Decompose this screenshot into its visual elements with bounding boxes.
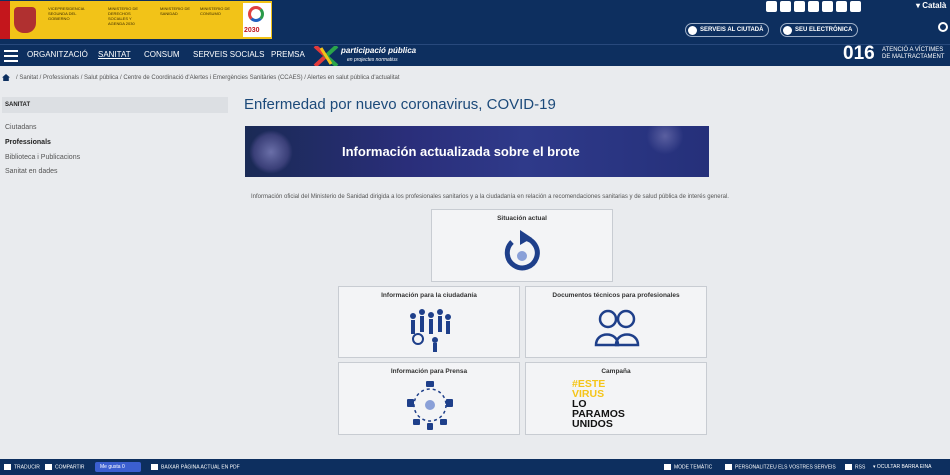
- nav-premsa[interactable]: PREMSA: [271, 50, 305, 59]
- sidebar-item-biblioteca[interactable]: Biblioteca i Publicacions: [5, 154, 80, 161]
- campaign-line-5: UNIDOS: [572, 418, 613, 430]
- gov-line-2: MINISTERIO DE DERECHOS SOCIALES Y AGENDA…: [108, 6, 139, 26]
- people-group-icon: [410, 309, 451, 352]
- instagram-icon[interactable]: [822, 1, 833, 12]
- card-campana-title: Campaña: [601, 368, 631, 375]
- electronic-office-button[interactable]: SEU ELECTRÒNICA: [780, 23, 859, 37]
- participation-logo[interactable]: participació pública en projectes normat…: [313, 45, 443, 67]
- flag-stripe: [0, 1, 10, 39]
- seal-icon: [783, 25, 792, 35]
- refresh-icon: [504, 230, 540, 271]
- like-label: Me gusta 0: [100, 464, 125, 470]
- pdf-icon: [151, 464, 158, 470]
- menu-icon[interactable]: [4, 50, 18, 62]
- card-campana[interactable]: Campaña #ESTE VIRUS LO PARAMOS UNIDOS: [525, 362, 707, 435]
- theme-mode-button[interactable]: MODE TEMÀTIC: [664, 464, 712, 470]
- breadcrumb: / Sanitat / Professionals / Salut públic…: [0, 72, 950, 86]
- virus-graphic: [249, 130, 293, 174]
- share-button[interactable]: COMPARTIR: [45, 464, 85, 470]
- agenda-ring-icon: [248, 6, 264, 22]
- helpline-text-1: ATENCIÓ A VÍCTIMES: [882, 47, 944, 53]
- sidebar-item-sanitat-en-dades[interactable]: Sanitat en dades: [5, 168, 58, 175]
- language-selector[interactable]: ▾ Català: [916, 1, 946, 10]
- intro-text: Información oficial del Ministerio de Sa…: [251, 194, 729, 200]
- share-label: COMPARTIR: [55, 464, 85, 471]
- monitor-icon[interactable]: [850, 1, 861, 12]
- press-network-icon: [407, 381, 453, 430]
- flickr-icon[interactable]: [766, 1, 777, 12]
- nav-serveis-socials[interactable]: SERVEIS SOCIALS: [193, 50, 264, 59]
- personalize-icon: [725, 464, 732, 470]
- campaign-logo: #ESTE VIRUS LO PARAMOS UNIDOS: [572, 379, 625, 430]
- citizen-services-button[interactable]: SERVEIS AL CIUTADÀ: [685, 23, 770, 37]
- nav-organitzacio[interactable]: ORGANITZACIÓ: [27, 50, 88, 59]
- card-ciudadania[interactable]: Información para la ciudadanía: [338, 286, 520, 358]
- search-icon[interactable]: [938, 22, 948, 32]
- helpline-number[interactable]: 016: [843, 43, 875, 65]
- government-logo[interactable]: VICEPRESIDENCIA SEGUNDA DEL GOBIERNO MIN…: [0, 1, 272, 39]
- electronic-office-label: SEU ELECTRÒNICA: [795, 27, 853, 33]
- helpline-text: ATENCIÓ A VÍCTIMES DE MALTRACTAMENT: [882, 47, 944, 61]
- sidebar-item-ciutadans[interactable]: Ciutadans: [5, 124, 37, 131]
- rss-icon: [845, 464, 852, 470]
- banner-text: Información actualizada sobre el brote: [342, 144, 580, 159]
- translate-icon: [4, 464, 11, 470]
- outbreak-banner[interactable]: Información actualizada sobre el brote: [245, 126, 709, 177]
- virus-graphic-2: [645, 126, 685, 156]
- card-documentos-tecnicos[interactable]: Documentos técnicos para profesionales: [525, 286, 707, 358]
- card-prensa[interactable]: Información para Prensa: [338, 362, 520, 435]
- gov-line-4: MINISTERIO DE CONSUMO: [200, 6, 231, 16]
- rss-label: RSS: [855, 464, 866, 471]
- rss-button[interactable]: RSS: [845, 464, 865, 470]
- youtube-icon[interactable]: [808, 1, 819, 12]
- personalize-button[interactable]: PERSONALITZEU ELS VOSTRES SERVEIS: [725, 464, 836, 470]
- social-links: [766, 1, 861, 13]
- participation-subtitle: en projectes normatius: [347, 57, 398, 63]
- personalize-label: PERSONALITZEU ELS VOSTRES SERVEIS: [735, 464, 836, 471]
- nav-consum[interactable]: CONSUM: [144, 50, 180, 59]
- main-navigation: ORGANITZACIÓ SANITAT CONSUM SERVEIS SOCI…: [0, 44, 950, 66]
- hide-toolbar-button[interactable]: ▾ OCULTAR BARRA EINA: [873, 464, 931, 470]
- home-icon[interactable]: [2, 74, 10, 81]
- participation-title: participació pública: [341, 46, 417, 55]
- nav-sanitat[interactable]: SANITAT: [98, 50, 131, 59]
- pdf-label: BAIXAR PÀGINA ACTUAL EN PDF: [161, 464, 240, 471]
- card-situacion-title: Situación actual: [497, 215, 547, 222]
- twitter-icon[interactable]: [794, 1, 805, 12]
- agenda-2030-logo: 2030: [243, 3, 271, 37]
- card-documentos-title: Documentos técnicos para profesionales: [552, 292, 680, 299]
- translate-button[interactable]: TRADUCIR: [4, 464, 40, 470]
- participation-x-icon: [313, 46, 339, 66]
- breadcrumb-trail[interactable]: / Sanitat / Professionals / Salut públic…: [16, 75, 399, 81]
- page-title: Enfermedad por nuevo coronavirus, COVID-…: [244, 96, 556, 113]
- top-header: VICEPRESIDENCIA SEGUNDA DEL GOBIERNO MIN…: [0, 0, 950, 44]
- gov-line-1: VICEPRESIDENCIA SEGUNDA DEL GOBIERNO: [48, 6, 85, 21]
- pdf-download-button[interactable]: BAIXAR PÀGINA ACTUAL EN PDF: [151, 464, 240, 470]
- language-label: Català: [922, 1, 947, 10]
- gov-line-3: MINISTERIO DE SANIDAD: [160, 6, 191, 16]
- coat-of-arms-icon: [14, 7, 36, 33]
- card-ciudadania-title: Información para la ciudadanía: [381, 292, 477, 299]
- helpline-text-2: DE MALTRACTAMENT: [882, 54, 945, 60]
- facebook-icon[interactable]: [780, 1, 791, 12]
- globe-icon: [688, 25, 697, 35]
- sidebar-item-professionals[interactable]: Professionals: [5, 139, 51, 146]
- card-prensa-title: Información para Prensa: [390, 368, 468, 375]
- share-icon: [45, 464, 52, 470]
- agenda-year: 2030: [244, 27, 260, 34]
- bottom-toolbar: TRADUCIR COMPARTIR Me gusta 0 BAIXAR PÀG…: [0, 459, 950, 475]
- citizen-services-label: SERVEIS AL CIUTADÀ: [700, 27, 764, 33]
- theme-label: MODE TEMÀTIC: [674, 464, 713, 471]
- translate-label: TRADUCIR: [14, 464, 40, 471]
- health-professionals-icon: [594, 309, 640, 347]
- theme-icon: [664, 464, 671, 470]
- list-icon[interactable]: [836, 1, 847, 12]
- sidebar-heading: SANITAT: [2, 97, 228, 113]
- hide-toolbar-label: OCULTAR BARRA EINA: [876, 464, 932, 470]
- card-situacion-actual[interactable]: Situación actual: [431, 209, 613, 282]
